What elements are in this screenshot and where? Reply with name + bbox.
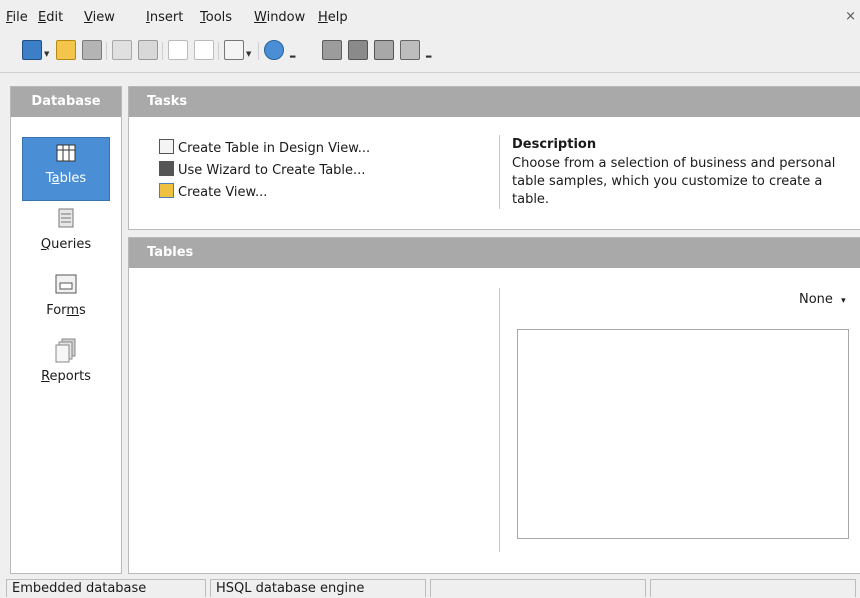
menu-bar: File Edit View Insert Tools Window Help … (0, 0, 860, 30)
category-queries-label: Queries (40, 237, 92, 252)
tables-panel-separator (499, 288, 500, 552)
category-forms-label: Forms (46, 303, 86, 318)
sort-ascending-icon[interactable] (168, 40, 188, 60)
delete-icon[interactable] (374, 40, 394, 60)
status-cell-3 (430, 579, 646, 597)
toolbar: ▼ ▼ ▂ ▂ (0, 30, 860, 70)
close-icon[interactable]: × (845, 9, 856, 24)
preview-mode-dropdown[interactable]: None ▾ (799, 292, 846, 307)
save-icon[interactable] (82, 40, 102, 60)
new-dropdown-arrow-icon[interactable]: ▼ (44, 50, 49, 58)
forms-icon (51, 271, 81, 297)
table-icon[interactable] (322, 40, 342, 60)
toolbar-overflow-icon[interactable]: ▂ (426, 50, 431, 58)
task-create-table-design[interactable]: Create Table in Design View... (159, 139, 370, 156)
paste-icon[interactable] (138, 40, 158, 60)
menu-tools[interactable]: Tools (200, 10, 232, 25)
status-cell-4 (650, 579, 856, 597)
task-create-view[interactable]: Create View... (159, 183, 267, 200)
description-title: Description (512, 137, 597, 152)
toolbar-separator (106, 42, 107, 60)
preview-area (517, 329, 849, 539)
toolbar-separator (162, 42, 163, 60)
queries-icon (51, 205, 81, 231)
database-panel-title: Database (11, 87, 121, 117)
preview-mode-value: None (799, 292, 833, 307)
description-separator (499, 135, 500, 209)
status-database-type: Embedded database (6, 579, 206, 597)
category-reports[interactable]: Reports (11, 337, 121, 384)
tasks-panel: Tasks Create Table in Design View... Use… (128, 86, 860, 230)
status-database-engine: HSQL database engine (210, 579, 426, 597)
form-design-icon[interactable] (400, 40, 420, 60)
category-tables[interactable]: Tables (11, 139, 121, 186)
reports-icon (51, 337, 81, 363)
menu-view[interactable]: View (84, 10, 115, 25)
tasks-panel-title: Tasks (129, 87, 860, 117)
design-view-icon (159, 139, 174, 154)
menu-window[interactable]: Window (254, 10, 305, 25)
category-tables-label: Tables (45, 171, 87, 186)
status-bar: Embedded database HSQL database engine (0, 577, 860, 597)
toolbar-divider (0, 72, 860, 73)
menu-insert[interactable]: Insert (146, 10, 183, 25)
category-forms[interactable]: Forms (11, 271, 121, 318)
wizard-icon (159, 161, 174, 176)
toolbar-overflow-icon[interactable]: ▂ (290, 50, 295, 58)
chevron-down-icon: ▾ (841, 296, 846, 306)
copy-icon[interactable] (112, 40, 132, 60)
tables-icon (51, 139, 81, 165)
sort-descending-icon[interactable] (194, 40, 214, 60)
edit-icon[interactable] (348, 40, 368, 60)
tables-panel: Tables None ▾ (128, 237, 860, 574)
help-icon[interactable] (264, 40, 284, 60)
form-dropdown-arrow-icon[interactable]: ▼ (246, 50, 251, 58)
category-queries[interactable]: Queries (11, 205, 121, 252)
database-panel: Database Tables Queries Forms Reports (10, 86, 122, 574)
tables-panel-title: Tables (129, 238, 860, 268)
create-view-icon (159, 183, 174, 198)
toolbar-separator (218, 42, 219, 60)
description-text: Choose from a selection of business and … (512, 156, 836, 207)
form-icon[interactable] (224, 40, 244, 60)
category-reports-label: Reports (41, 369, 91, 384)
task-wizard-create-table[interactable]: Use Wizard to Create Table... (159, 161, 365, 178)
open-folder-icon[interactable] (56, 40, 76, 60)
menu-file[interactable]: File (6, 10, 28, 25)
toolbar-separator (258, 42, 259, 60)
new-document-icon[interactable] (22, 40, 42, 60)
menu-edit[interactable]: Edit (38, 10, 63, 25)
menu-help[interactable]: Help (318, 10, 348, 25)
